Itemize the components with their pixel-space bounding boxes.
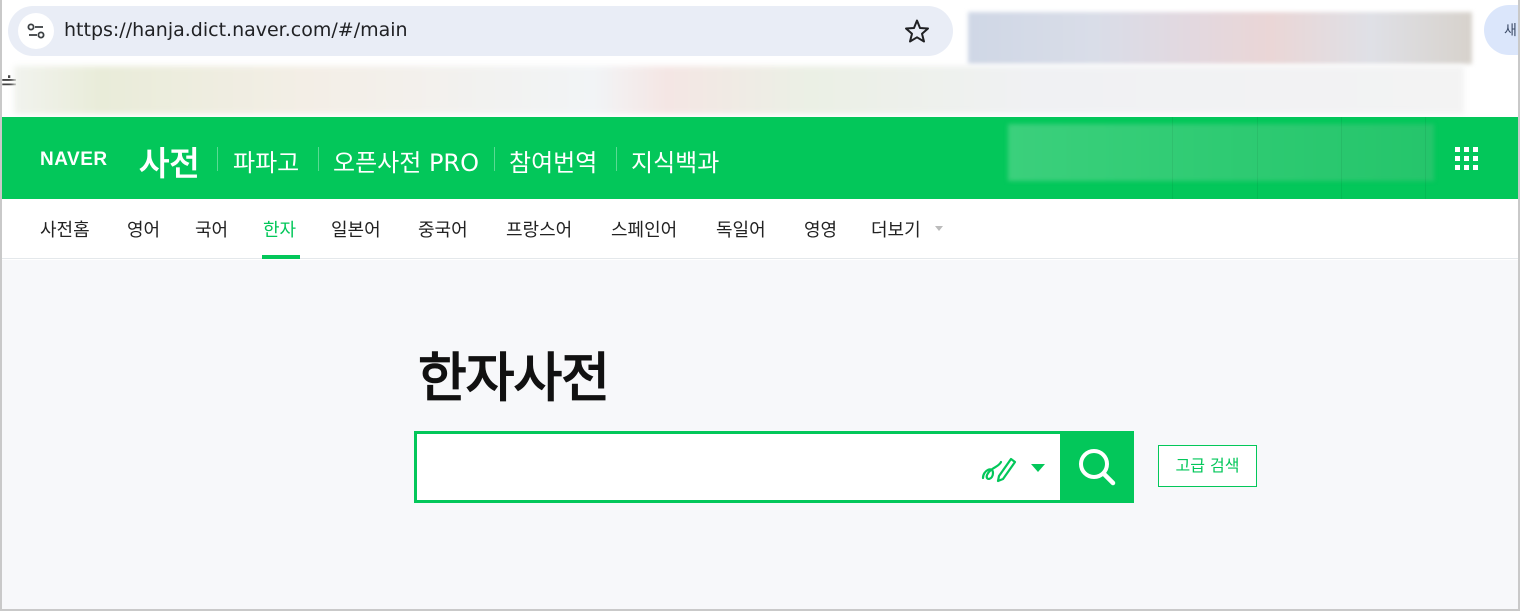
chevron-down-icon[interactable] [935, 226, 943, 231]
divider [494, 147, 495, 171]
search-button[interactable] [1060, 431, 1134, 503]
dictionary-nav: 사전홈 영어 국어 한자 일본어 중국어 프랑스어 스페인어 독일어 영영 더보… [2, 199, 1518, 259]
nav-item-more[interactable]: 더보기 [871, 216, 921, 242]
browser-chrome: https://hanja.dict.naver.com/#/main 새 ≐ [0, 0, 1520, 117]
dropdown-arrow-icon[interactable] [1031, 464, 1045, 472]
naver-logo[interactable]: NAVER [40, 149, 108, 171]
search-input[interactable] [431, 448, 971, 486]
page-title: 한자사전 [418, 348, 610, 409]
nav-item-chinese[interactable]: 중국어 [418, 216, 468, 242]
header-link-encyclopedia[interactable]: 지식백과 [631, 143, 719, 178]
apps-grid-icon[interactable] [1455, 147, 1479, 171]
bookmarks-bar [14, 66, 1464, 114]
nav-item-english-english[interactable]: 영영 [804, 216, 837, 242]
blurred-user-area [1008, 124, 1434, 181]
nav-item-german[interactable]: 독일어 [716, 216, 766, 242]
divider [1172, 117, 1173, 199]
handwriting-pen-icon[interactable] [979, 450, 1019, 486]
divider [1425, 117, 1426, 199]
active-tab-indicator [262, 255, 300, 259]
header-link-translate[interactable]: 참여번역 [509, 143, 597, 178]
nav-item-korean[interactable]: 국어 [195, 216, 228, 242]
divider [616, 147, 617, 171]
star-icon[interactable] [904, 18, 930, 44]
divider [1341, 117, 1342, 199]
advanced-search-button[interactable]: 고급 검색 [1158, 445, 1257, 487]
new-tab-button[interactable]: 새 [1484, 5, 1520, 55]
divider [1257, 117, 1258, 199]
new-tab-label: 새 [1504, 23, 1517, 39]
nav-item-hanja[interactable]: 한자 [263, 216, 296, 242]
naver-header: NAVER 사전 파파고 오픈사전 PRO 참여번역 지식백과 [2, 117, 1518, 199]
search-icon [1079, 449, 1116, 486]
nav-item-spanish[interactable]: 스페인어 [611, 216, 677, 242]
nav-item-home[interactable]: 사전홈 [40, 216, 90, 242]
header-link-papago[interactable]: 파파고 [233, 143, 299, 178]
divider [318, 147, 319, 171]
nav-item-japanese[interactable]: 일본어 [331, 216, 381, 242]
nav-item-french[interactable]: 프랑스어 [506, 216, 572, 242]
url-text[interactable]: https://hanja.dict.naver.com/#/main [64, 19, 408, 41]
divider [217, 147, 218, 171]
nav-item-english[interactable]: 영어 [127, 216, 160, 242]
blurred-tabs [968, 12, 1472, 64]
site-info-icon[interactable] [18, 13, 54, 49]
header-link-opendict[interactable]: 오픈사전 PRO [333, 143, 479, 178]
search-box[interactable] [414, 431, 1060, 503]
address-bar[interactable]: https://hanja.dict.naver.com/#/main [8, 6, 953, 56]
service-title[interactable]: 사전 [139, 137, 200, 185]
